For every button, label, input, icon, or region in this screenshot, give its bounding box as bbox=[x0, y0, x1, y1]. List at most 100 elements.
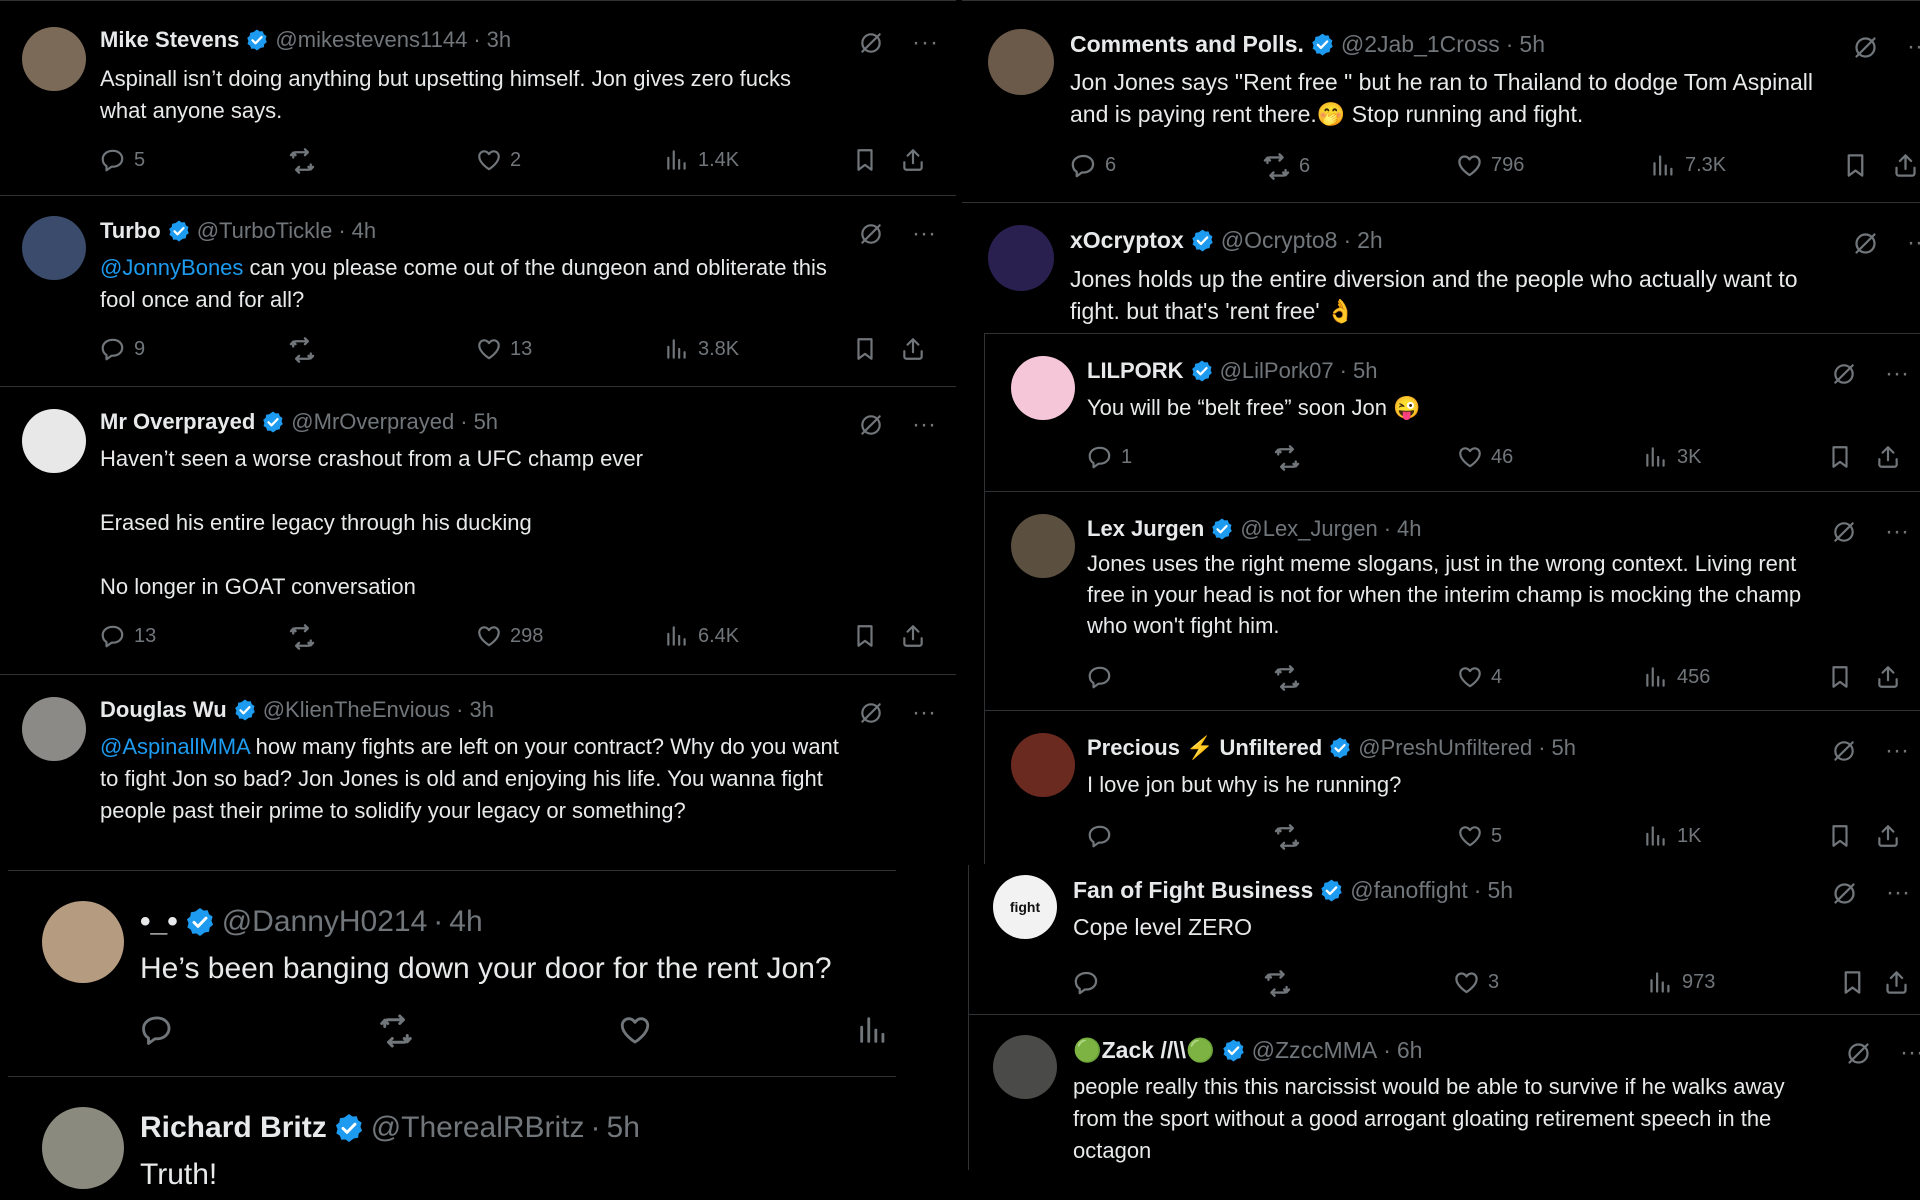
author-name[interactable]: LILPORK bbox=[1087, 358, 1184, 384]
like-button[interactable]: 5 bbox=[1457, 823, 1502, 849]
grok-icon[interactable] bbox=[858, 30, 884, 56]
repost-button[interactable] bbox=[288, 623, 316, 651]
tweet-card[interactable]: 🟢Zack //\\🟢 @ZzccMMA · 6h ··· people rea… bbox=[969, 1015, 1920, 1170]
share-button[interactable] bbox=[900, 147, 926, 173]
avatar[interactable] bbox=[22, 409, 86, 473]
avatar[interactable] bbox=[22, 697, 86, 761]
like-button[interactable]: 796 bbox=[1456, 152, 1524, 179]
avatar[interactable] bbox=[1011, 733, 1075, 797]
author-name[interactable]: Precious ⚡ Unfiltered bbox=[1087, 735, 1322, 761]
reply-button[interactable] bbox=[1073, 969, 1100, 996]
author-handle[interactable]: @DannyH0214 bbox=[222, 905, 428, 939]
author-name[interactable]: Fan of Fight Business bbox=[1073, 877, 1313, 904]
tweet-card[interactable]: Comments and Polls. @2Jab_1Cross · 5h ··… bbox=[962, 0, 1920, 203]
avatar[interactable] bbox=[22, 27, 86, 91]
timestamp[interactable]: 5h bbox=[1353, 358, 1377, 384]
bookmark-button[interactable] bbox=[1842, 152, 1869, 179]
views-button[interactable]: 973 bbox=[1647, 969, 1715, 996]
like-button[interactable]: 13 bbox=[476, 336, 532, 362]
reply-button[interactable]: 5 bbox=[100, 147, 145, 173]
tweet-card[interactable]: Precious ⚡ Unfiltered @PreshUnfiltered ·… bbox=[985, 711, 1920, 864]
timestamp[interactable]: 4h bbox=[1397, 516, 1421, 542]
timestamp[interactable]: 5h bbox=[1552, 735, 1576, 761]
avatar[interactable] bbox=[42, 901, 124, 983]
reply-button[interactable] bbox=[1087, 664, 1113, 690]
author-name[interactable]: Mr Overprayed bbox=[100, 409, 255, 435]
tweet-card[interactable]: Richard Britz @TherealRBritz · 5h Truth! bbox=[8, 1077, 896, 1200]
share-button[interactable] bbox=[1875, 823, 1901, 849]
author-name[interactable]: Douglas Wu bbox=[100, 697, 227, 723]
views-button[interactable]: 7.3K bbox=[1650, 152, 1726, 179]
bookmark-button[interactable] bbox=[1839, 969, 1866, 996]
author-name[interactable]: Comments and Polls. bbox=[1070, 31, 1304, 58]
timestamp[interactable]: 4h bbox=[352, 218, 376, 244]
author-name[interactable]: Mike Stevens bbox=[100, 27, 239, 53]
author-handle[interactable]: @PreshUnfiltered bbox=[1358, 735, 1532, 761]
author-name[interactable]: 🟢Zack //\\🟢 bbox=[1073, 1037, 1215, 1064]
author-handle[interactable]: @ZzccMMA bbox=[1252, 1037, 1378, 1064]
like-button[interactable]: 3 bbox=[1453, 969, 1499, 996]
like-button[interactable] bbox=[618, 1013, 652, 1047]
repost-button[interactable]: 6 bbox=[1262, 152, 1310, 181]
avatar[interactable]: fight bbox=[993, 875, 1057, 939]
like-button[interactable]: 298 bbox=[476, 623, 543, 649]
author-handle[interactable]: @fanoffight bbox=[1350, 877, 1468, 904]
more-options-icon[interactable]: ··· bbox=[912, 411, 936, 439]
like-button[interactable]: 4 bbox=[1457, 664, 1502, 690]
grok-icon[interactable] bbox=[1831, 738, 1857, 764]
more-options-icon[interactable]: ··· bbox=[1907, 33, 1920, 61]
tweet-card[interactable]: Lex Jurgen @Lex_Jurgen · 4h ··· Jones us… bbox=[985, 492, 1920, 711]
mention-link[interactable]: @JonnyBones bbox=[100, 255, 243, 280]
avatar[interactable] bbox=[988, 225, 1054, 291]
reply-button[interactable] bbox=[140, 1013, 174, 1047]
author-handle[interactable]: @Ocrypto8 bbox=[1221, 227, 1338, 254]
timestamp[interactable]: 5h bbox=[474, 409, 498, 435]
views-button[interactable]: 3K bbox=[1643, 444, 1701, 470]
tweet-card[interactable]: Mr Overprayed @MrOverprayed · 5h ··· Hav… bbox=[0, 387, 956, 675]
author-name[interactable]: xOcryptox bbox=[1070, 227, 1184, 254]
grok-icon[interactable] bbox=[1831, 880, 1858, 907]
author-name[interactable]: Lex Jurgen bbox=[1087, 516, 1204, 542]
tweet-card[interactable]: Mike Stevens @mikestevens1144 · 3h ··· A… bbox=[0, 0, 956, 196]
timestamp[interactable]: 6h bbox=[1397, 1037, 1423, 1064]
more-options-icon[interactable]: ··· bbox=[912, 29, 939, 57]
avatar[interactable] bbox=[988, 29, 1054, 95]
more-options-icon[interactable]: ··· bbox=[1885, 737, 1909, 765]
tweet-card[interactable]: LILPORK @LilPork07 · 5h ··· You will be … bbox=[985, 334, 1920, 492]
mention-link[interactable]: @AspinallMMA bbox=[100, 734, 250, 759]
bookmark-button[interactable] bbox=[1827, 444, 1853, 470]
author-handle[interactable]: @LilPork07 bbox=[1220, 358, 1334, 384]
like-button[interactable]: 2 bbox=[476, 147, 521, 173]
more-options-icon[interactable]: ··· bbox=[1885, 518, 1909, 546]
author-handle[interactable]: @2Jab_1Cross bbox=[1341, 31, 1500, 58]
repost-button[interactable] bbox=[1273, 823, 1301, 851]
repost-button[interactable] bbox=[288, 147, 316, 175]
repost-button[interactable] bbox=[288, 336, 316, 364]
views-button[interactable]: 1.4K bbox=[664, 147, 739, 173]
views-button[interactable]: 3.8K bbox=[664, 336, 739, 362]
timestamp[interactable]: 3h bbox=[487, 27, 511, 53]
reply-button[interactable]: 9 bbox=[100, 336, 145, 362]
share-button[interactable] bbox=[1892, 152, 1919, 179]
author-handle[interactable]: @KlienTheEnvious bbox=[263, 697, 450, 723]
timestamp[interactable]: 5h bbox=[607, 1111, 640, 1145]
tweet-card[interactable]: •_• @DannyH0214 · 4h He’s been banging d… bbox=[8, 870, 896, 1077]
like-button[interactable]: 46 bbox=[1457, 444, 1513, 470]
grok-icon[interactable] bbox=[1852, 230, 1879, 257]
grok-icon[interactable] bbox=[858, 700, 884, 726]
avatar[interactable] bbox=[42, 1107, 124, 1189]
views-button[interactable] bbox=[856, 1013, 890, 1047]
bookmark-button[interactable] bbox=[852, 336, 878, 362]
share-button[interactable] bbox=[1883, 969, 1910, 996]
views-button[interactable]: 456 bbox=[1643, 664, 1710, 690]
more-options-icon[interactable]: ··· bbox=[1900, 1039, 1920, 1067]
more-options-icon[interactable]: ··· bbox=[1886, 879, 1910, 907]
grok-icon[interactable] bbox=[858, 412, 884, 438]
tweet-card[interactable]: Turbo @TurboTickle · 4h ··· @JonnyBones … bbox=[0, 196, 956, 387]
author-handle[interactable]: @mikestevens1144 bbox=[275, 27, 467, 53]
reply-button[interactable] bbox=[1087, 823, 1113, 849]
share-button[interactable] bbox=[1875, 664, 1901, 690]
author-handle[interactable]: @TurboTickle bbox=[197, 218, 333, 244]
avatar[interactable] bbox=[1011, 514, 1075, 578]
timestamp[interactable]: 5h bbox=[1519, 31, 1545, 58]
